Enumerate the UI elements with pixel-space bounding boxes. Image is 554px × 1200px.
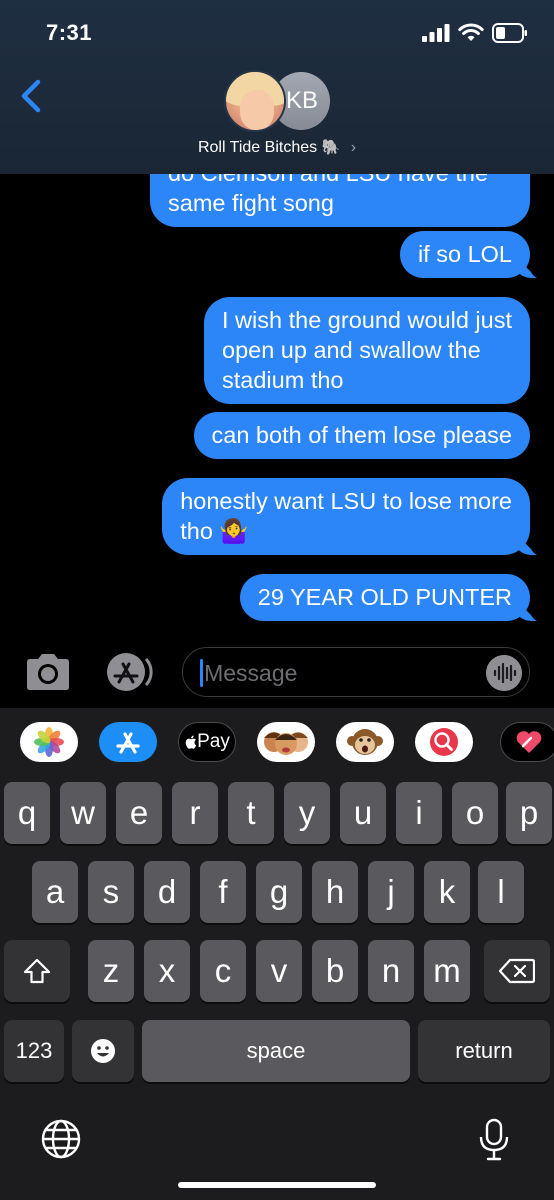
- shift-key[interactable]: [4, 940, 70, 1002]
- numbers-key[interactable]: 123: [4, 1020, 64, 1082]
- delete-key[interactable]: [484, 940, 550, 1002]
- monkey-animoji-icon: [347, 729, 383, 755]
- text-cursor: [200, 659, 203, 687]
- backspace-icon: [499, 958, 535, 984]
- message-bubble[interactable]: 29 YEAR OLD PUNTER: [239, 574, 547, 622]
- key-e[interactable]: e: [116, 782, 162, 844]
- key-y[interactable]: y: [284, 782, 330, 844]
- app-store-icon[interactable]: [102, 651, 158, 693]
- key-f[interactable]: f: [200, 861, 246, 923]
- message-bubble[interactable]: honestly want LSU to lose more tho 🤷‍♀️: [162, 478, 546, 556]
- app-store-icon: [116, 732, 140, 754]
- photos-icon: [34, 727, 64, 757]
- key-h[interactable]: h: [312, 861, 358, 923]
- contact-initials: KB: [285, 87, 318, 114]
- space-bar[interactable]: space: [142, 1020, 410, 1082]
- elephant-emoji: 🐘: [321, 139, 341, 156]
- key-q[interactable]: q: [4, 782, 50, 844]
- app-store-app-icon[interactable]: [99, 722, 157, 762]
- globe-icon[interactable]: [40, 1118, 82, 1160]
- status-time: 7:31: [46, 20, 93, 45]
- key-w[interactable]: w: [60, 782, 106, 844]
- key-n[interactable]: n: [368, 940, 414, 1002]
- emoji-key[interactable]: [72, 1020, 134, 1082]
- key-j[interactable]: j: [368, 861, 414, 923]
- key-x[interactable]: x: [144, 940, 190, 1002]
- digital-touch-app-icon[interactable]: [500, 722, 554, 762]
- camera-icon[interactable]: [23, 652, 73, 692]
- message-bubble[interactable]: can both of them lose please: [193, 412, 530, 459]
- key-c[interactable]: c: [200, 940, 246, 1002]
- key-d[interactable]: d: [144, 861, 190, 923]
- globe-search-icon: [430, 728, 458, 756]
- return-key[interactable]: return: [418, 1020, 550, 1082]
- key-l[interactable]: l: [478, 861, 524, 923]
- message-input[interactable]: [199, 658, 479, 688]
- back-chevron-icon[interactable]: [14, 74, 50, 118]
- keyboard: Pay q w e r t y u i o p a s d f g h j k …: [0, 708, 554, 1200]
- shift-arrow-icon: [23, 958, 51, 984]
- animoji-app-icon[interactable]: [336, 722, 394, 762]
- key-z[interactable]: z: [88, 940, 134, 1002]
- cellular-signal-icon: [422, 24, 450, 42]
- key-a[interactable]: a: [32, 861, 78, 923]
- chevron-right-icon: ›: [350, 139, 357, 156]
- web-search-app-icon[interactable]: [415, 722, 473, 762]
- microphone-icon[interactable]: [478, 1118, 510, 1162]
- apple-logo-icon: [185, 735, 197, 749]
- heart-icon: [516, 731, 542, 753]
- key-g[interactable]: g: [256, 861, 302, 923]
- wifi-icon: [458, 23, 484, 41]
- key-t[interactable]: t: [228, 782, 274, 844]
- key-i[interactable]: i: [396, 782, 442, 844]
- key-v[interactable]: v: [256, 940, 302, 1002]
- key-u[interactable]: u: [340, 782, 386, 844]
- key-k[interactable]: k: [424, 861, 470, 923]
- message-bubble[interactable]: if so LOL: [399, 231, 547, 279]
- home-indicator[interactable]: [178, 1182, 376, 1188]
- key-m[interactable]: m: [424, 940, 470, 1002]
- emoji-face-icon: [91, 1039, 115, 1063]
- imessage-app-drawer: Pay: [0, 708, 554, 778]
- group-name-label: Roll Tide Bitches: [197, 139, 318, 156]
- conversation-header: 7:31 KB Roll Tide Bitches 🐘 ›: [0, 0, 554, 174]
- memoji-avatar[interactable]: [224, 70, 286, 132]
- key-r[interactable]: r: [172, 782, 218, 844]
- apple-pay-label: Pay: [197, 731, 230, 752]
- key-b[interactable]: b: [312, 940, 358, 1002]
- key-o[interactable]: o: [452, 782, 498, 844]
- memoji-stickers-app-icon[interactable]: [257, 722, 315, 762]
- battery-icon: [492, 23, 527, 43]
- key-p[interactable]: p: [506, 782, 552, 844]
- memoji-stickers-icon: [264, 732, 308, 755]
- photos-app-icon[interactable]: [20, 722, 78, 762]
- group-name[interactable]: Roll Tide Bitches 🐘 ›: [0, 138, 554, 157]
- key-s[interactable]: s: [88, 861, 134, 923]
- apple-pay-button[interactable]: Pay: [178, 722, 236, 762]
- message-input-field[interactable]: [182, 647, 530, 697]
- status-icons: [422, 23, 528, 43]
- message-bubble[interactable]: I wish the ground would just open up and…: [204, 297, 530, 404]
- audio-waveform-icon[interactable]: [486, 655, 522, 691]
